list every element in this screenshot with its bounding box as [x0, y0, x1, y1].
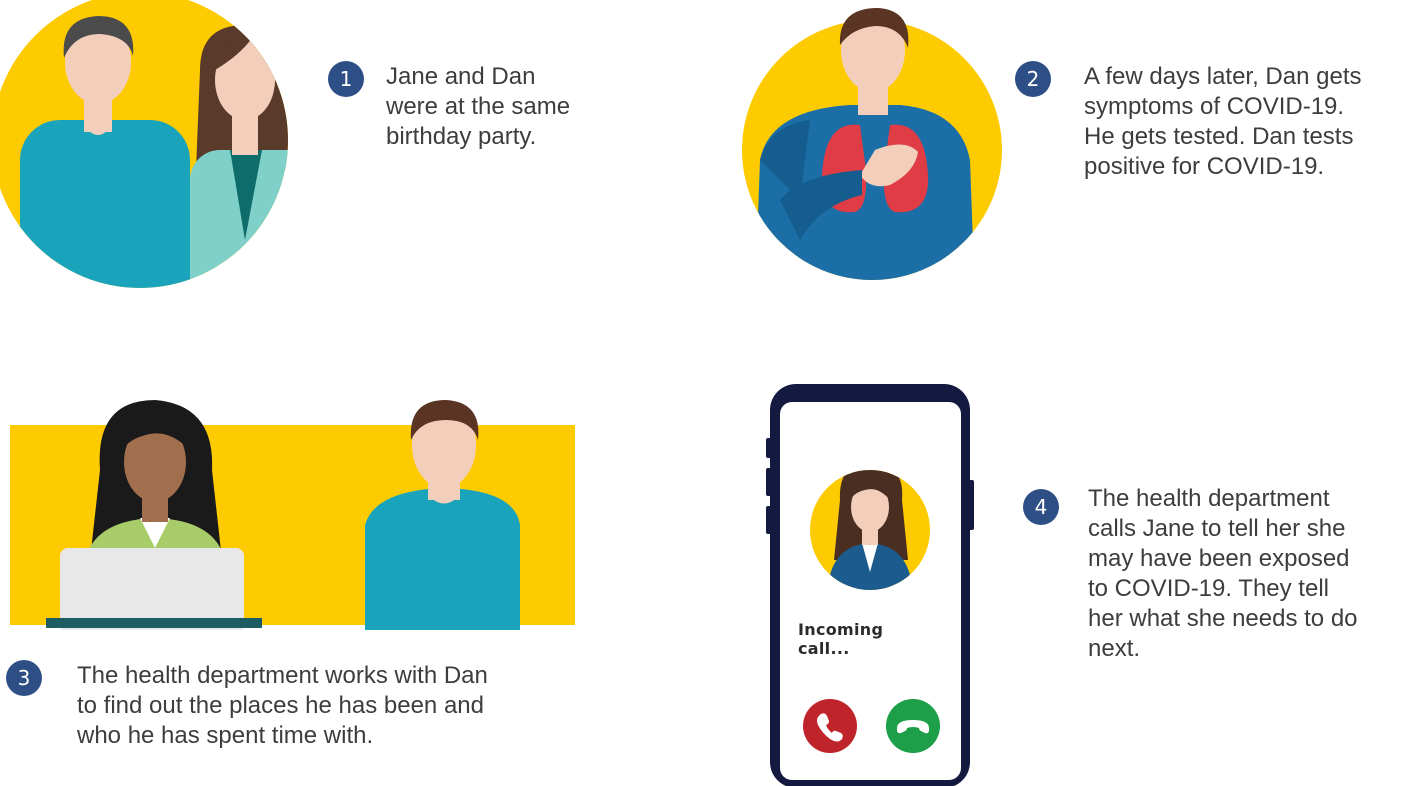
- step-4-number-badge: 4: [1023, 489, 1059, 525]
- phone-decline-icon[interactable]: [802, 698, 858, 754]
- step-4-caption-line: The health department: [1088, 485, 1330, 512]
- step-4-caption-line: may have been exposed: [1088, 545, 1350, 572]
- step-4-caption: The health department calls Jane to tell…: [1088, 484, 1358, 664]
- incoming-call-label: Incoming call...: [798, 620, 884, 658]
- step-4-caption-line: calls Jane to tell her she: [1088, 515, 1346, 542]
- step-4-caption-line: to COVID-19. They tell: [1088, 575, 1329, 602]
- step-4-caption-line: her what she needs to do: [1088, 605, 1358, 632]
- step-4-caption-line: next.: [1088, 635, 1141, 662]
- phone-call-illustration: [766, 384, 974, 786]
- phone-accept-icon[interactable]: [885, 698, 941, 754]
